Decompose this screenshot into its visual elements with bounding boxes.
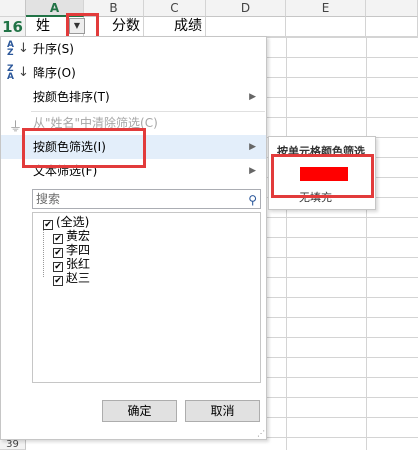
list-item-label: 张红 (66, 257, 91, 271)
cancel-button[interactable]: 取消 (185, 400, 260, 422)
checkbox[interactable]: ✔ (43, 220, 53, 230)
row-header-39[interactable]: 39 (0, 440, 26, 450)
menu-sort-ascending[interactable]: A Z ↓ 升序(S) (1, 37, 266, 61)
checkbox[interactable]: ✔ (53, 276, 63, 286)
column-header-d[interactable]: D (206, 0, 286, 17)
corner-cell[interactable] (0, 0, 26, 17)
list-item[interactable]: ✔ 黄宏 (53, 229, 91, 244)
sheet-grid-area[interactable] (267, 37, 418, 450)
menu-sort-by-color[interactable]: 按颜色排序(T) ▶ (1, 85, 266, 109)
filter-value-list[interactable]: ✔ (全选) ✔ 黄宏 ✔ 李四 ✔ 张红 ✔ 赵三 (32, 212, 261, 383)
list-item[interactable]: ✔ 张红 (53, 257, 91, 272)
list-item-label: 黄宏 (66, 229, 91, 243)
cell-d16[interactable] (206, 17, 286, 37)
menu-sort-ascending-label: 升序(S) (33, 42, 74, 56)
search-icon[interactable]: ⚲ (248, 191, 257, 209)
gridline-e (286, 37, 287, 450)
menu-sort-by-color-label: 按颜色排序(T) (33, 90, 110, 104)
chevron-right-icon: ▶ (249, 142, 256, 152)
chevron-right-icon: ▶ (249, 166, 256, 176)
filter-menu: A Z ↓ 升序(S) Z A ↓ 降序(O) 按颜色排序(T) ▶ ⏚ 从"姓名"中清… (0, 36, 267, 440)
list-item-select-all[interactable]: ✔ (全选) (43, 215, 90, 230)
column-header-e[interactable]: E (286, 0, 366, 17)
list-item-label: 李四 (66, 243, 91, 257)
list-item-label: (全选) (56, 215, 90, 229)
list-item[interactable]: ✔ 李四 (53, 243, 91, 258)
search-placeholder: 搜索 (36, 192, 61, 206)
column-header-c[interactable]: C (144, 0, 206, 17)
sort-descending-icon: Z A ↓ (7, 64, 29, 82)
list-item[interactable]: ✔ 赵三 (53, 271, 91, 286)
cell-a16-text: 姓 (36, 18, 50, 34)
highlight-box-filter-by-color (22, 128, 146, 168)
sort-ascending-icon: A Z ↓ (7, 40, 29, 58)
chevron-right-icon: ▶ (249, 92, 256, 102)
row-header-16[interactable]: 16 (0, 17, 26, 37)
cell-c16[interactable]: 成绩 (144, 17, 206, 37)
column-header-f[interactable] (366, 0, 418, 17)
menu-sort-descending[interactable]: Z A ↓ 降序(O) (1, 61, 266, 85)
resize-grip-icon[interactable]: ⋰ (257, 429, 265, 438)
menu-sort-descending-label: 降序(O) (33, 66, 76, 80)
highlight-box-swatch (271, 154, 374, 198)
search-input[interactable]: 搜索 ⚲ (32, 189, 261, 209)
ok-button[interactable]: 确定 (102, 400, 177, 422)
cell-f16[interactable] (366, 17, 418, 37)
list-item-label: 赵三 (66, 271, 91, 285)
cell-e16[interactable] (286, 17, 366, 37)
gridline-f (366, 37, 367, 450)
